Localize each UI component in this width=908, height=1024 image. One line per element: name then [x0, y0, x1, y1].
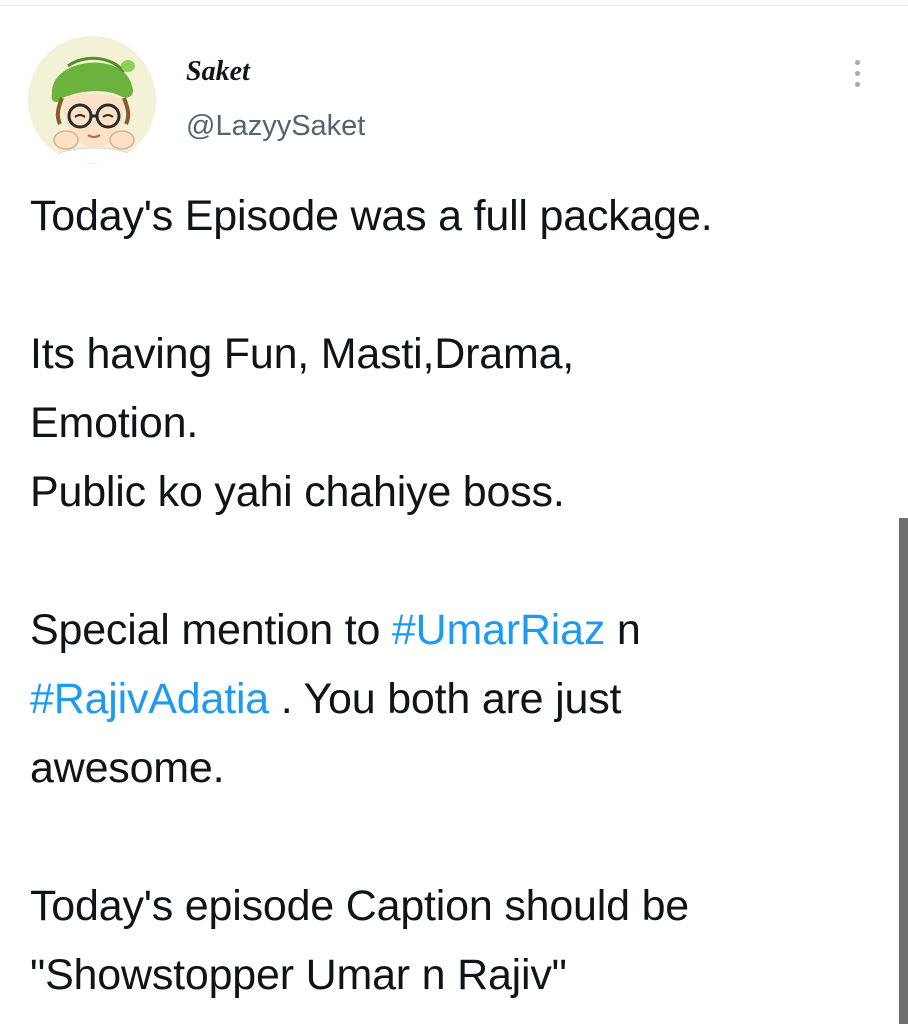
tweet-line: Today's episode Caption should be	[30, 882, 690, 930]
tweet-line: #RajivAdatia . You both are just	[30, 665, 880, 734]
tweet-line: Special mention to #UmarRiaz n	[30, 596, 880, 665]
tweet-line: awesome.	[30, 744, 225, 792]
tweet-text: Today's Episode was a full package. Its …	[30, 182, 880, 1010]
hashtag-umarriaz-link[interactable]: #UmarRiaz	[392, 606, 605, 654]
mention-text: Special mention to	[30, 606, 392, 654]
tweet-line: Its having Fun, Masti,Drama,	[30, 330, 575, 378]
more-vertical-icon[interactable]	[844, 54, 872, 94]
praise-text: . You both are just	[269, 675, 622, 723]
tweet-line: Today's Episode was a full package.	[30, 192, 713, 240]
avatar[interactable]	[28, 36, 156, 164]
tweet-line: Public ko yahi chahiye boss.	[30, 468, 565, 516]
scrollbar-thumb[interactable]	[899, 518, 908, 1024]
tweet-line: Emotion.	[30, 399, 199, 447]
tweet-line: "Showstopper Umar n Rajiv"	[30, 951, 567, 999]
tweet-card: Saket @LazyySaket Today's Episode was a …	[0, 0, 908, 1024]
avatar-illustration	[28, 36, 156, 164]
hashtag-rajivadatia-link[interactable]: #RajivAdatia	[30, 675, 269, 723]
author-display-name[interactable]: Saket	[186, 52, 250, 92]
connector-text: n	[605, 606, 641, 654]
author-handle[interactable]: @LazyySaket	[186, 106, 365, 146]
